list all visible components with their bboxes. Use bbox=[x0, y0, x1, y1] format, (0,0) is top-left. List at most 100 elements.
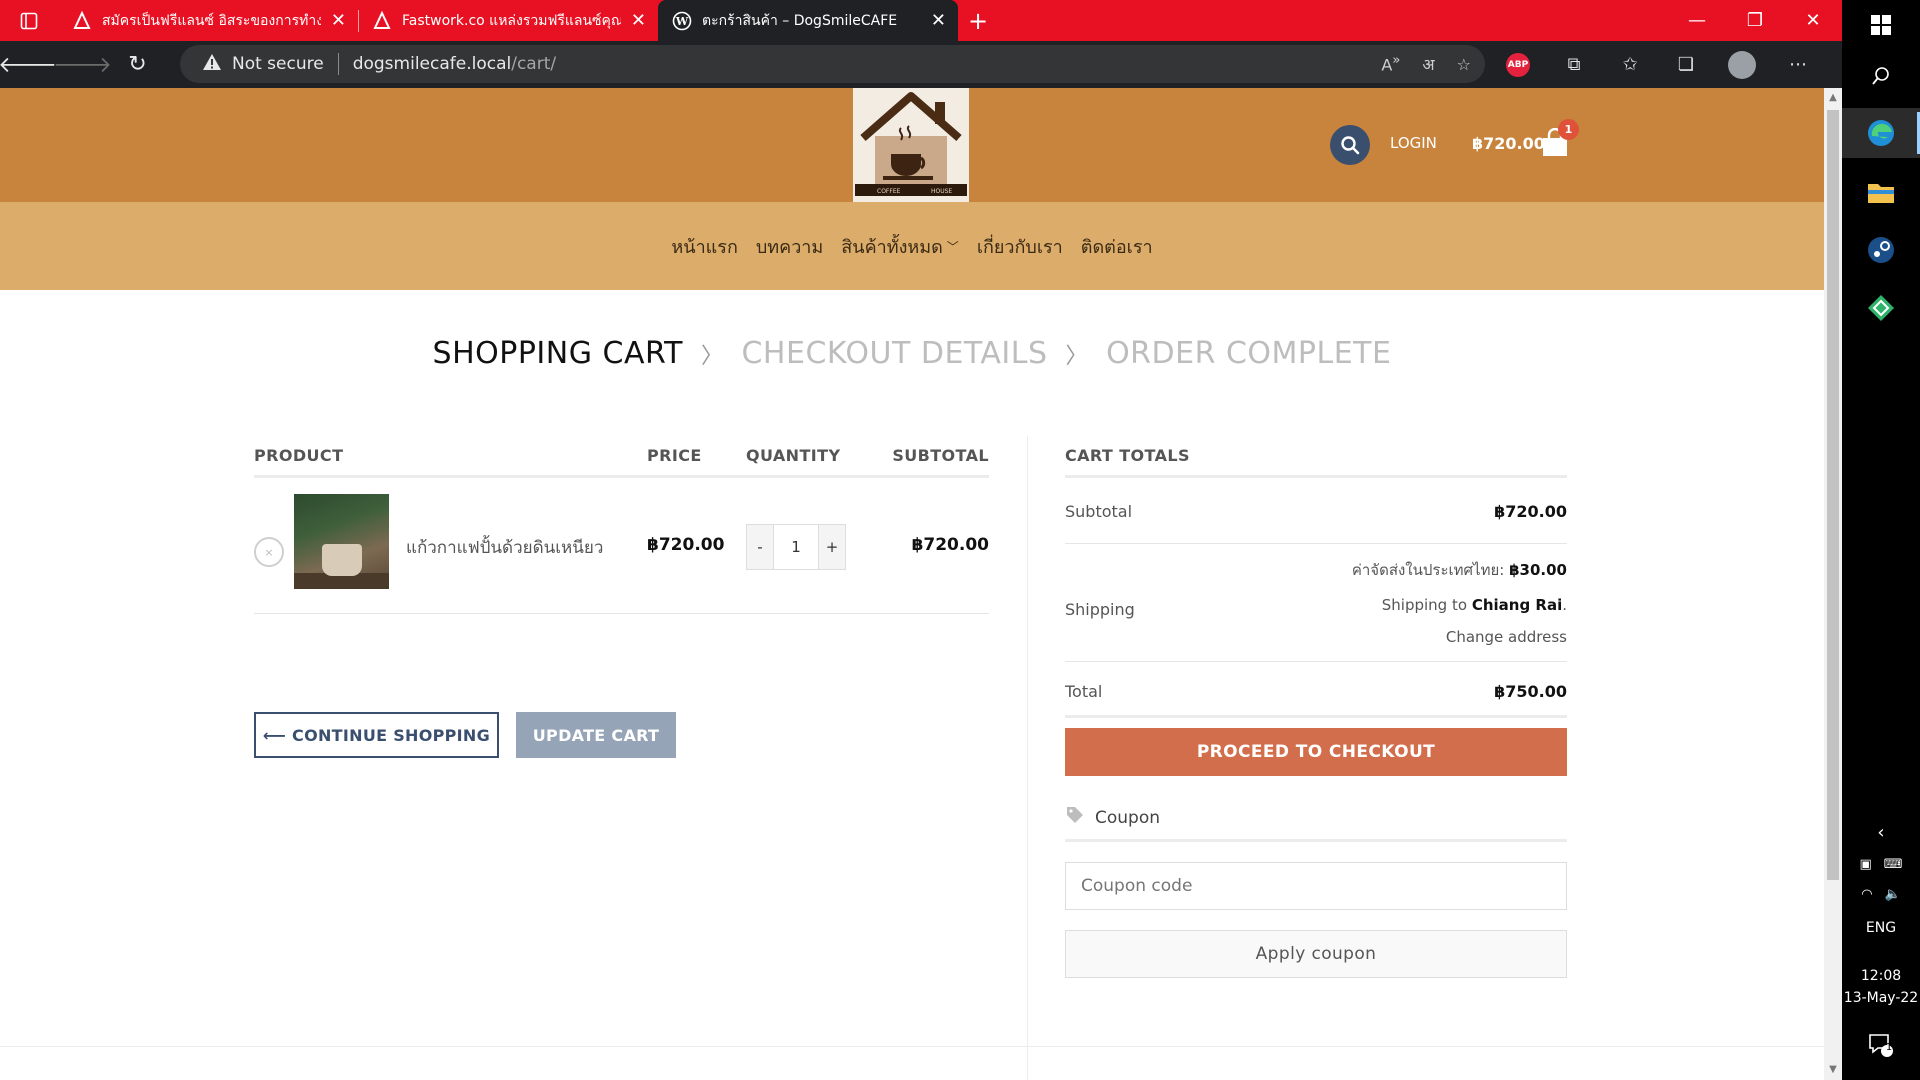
address-separator bbox=[337, 53, 339, 75]
tab-title: สมัครเป็นฟรีแลนซ์ อิสระของการทำงาน bbox=[102, 12, 321, 29]
coupon-heading-label: Coupon bbox=[1095, 807, 1161, 828]
steam-icon[interactable] bbox=[1842, 226, 1920, 274]
language-indicator[interactable]: ENG bbox=[1842, 920, 1920, 936]
shipping-cost: ฿30.00 bbox=[1509, 561, 1567, 579]
restore-icon[interactable]: ❐ bbox=[1726, 0, 1784, 41]
windows-start-icon[interactable] bbox=[1842, 0, 1920, 50]
address-bar[interactable]: Not secure dogsmilecafe.local/cart/ A» अ… bbox=[180, 45, 1485, 83]
shipping-method-name: ค่าจัดส่งในประเทศไทย: bbox=[1351, 561, 1505, 579]
change-address-link[interactable]: Change address bbox=[1446, 628, 1567, 646]
subtotal-label: Subtotal bbox=[1065, 502, 1133, 521]
logo-text-left: COFFEE bbox=[877, 188, 901, 195]
notification-count: 1 bbox=[1885, 1042, 1893, 1053]
file-explorer-icon[interactable] bbox=[1842, 168, 1920, 216]
browser-tab[interactable]: สมัครเป็นฟรีแลนซ์ อิสระของการทำงาน ✕ bbox=[58, 0, 358, 41]
read-aloud-icon[interactable]: A» bbox=[1381, 53, 1400, 74]
total-label: Total bbox=[1065, 682, 1103, 701]
profile-avatar[interactable] bbox=[1714, 41, 1770, 88]
tab-actions-icon[interactable] bbox=[0, 0, 58, 41]
scroll-down-icon[interactable]: ▼ bbox=[1824, 1062, 1842, 1078]
meet-now-icon[interactable]: ▣ bbox=[1859, 857, 1871, 872]
adblock-extension-icon[interactable]: ABP bbox=[1490, 41, 1546, 88]
new-tab-icon[interactable]: + bbox=[958, 0, 998, 41]
extensions-icon[interactable]: ⧉ bbox=[1546, 41, 1602, 88]
warning-icon[interactable] bbox=[202, 53, 222, 76]
product-thumbnail[interactable] bbox=[294, 494, 389, 589]
refresh-icon[interactable]: ↻ bbox=[110, 41, 165, 88]
windows-taskbar: ‹ ▣ ⌨ ◠ 🔈 ENG 12:08 13-May-22 1 bbox=[1842, 0, 1920, 1080]
translate-icon[interactable]: अ bbox=[1422, 53, 1434, 75]
close-window-icon[interactable]: ✕ bbox=[1784, 0, 1842, 41]
app-green-icon[interactable] bbox=[1842, 284, 1920, 332]
step-checkout-details[interactable]: CHECKOUT DETAILS bbox=[741, 336, 1047, 371]
nav-item-home[interactable]: หน้าแรก bbox=[671, 232, 737, 261]
shipping-to-prefix: Shipping to bbox=[1381, 596, 1468, 614]
nav-item-products[interactable]: สินค้าทั้งหมด ﹀ bbox=[841, 232, 959, 261]
nav-item-products-label: สินค้าทั้งหมด bbox=[841, 236, 943, 258]
nav-item-about[interactable]: เกี่ยวกับเรา bbox=[977, 232, 1063, 261]
edge-taskbar-icon[interactable] bbox=[1842, 108, 1920, 158]
add-favorite-icon[interactable]: ☆ bbox=[1457, 55, 1471, 74]
quantity-plus-button[interactable]: + bbox=[819, 525, 845, 569]
product-price: ฿720.00 bbox=[647, 535, 725, 555]
search-icon[interactable] bbox=[1330, 125, 1370, 165]
wifi-icon[interactable]: ◠ bbox=[1861, 887, 1872, 902]
chevron-right-icon: 〉 bbox=[1065, 343, 1089, 369]
coupon-code-input[interactable] bbox=[1065, 862, 1567, 910]
collections-icon[interactable]: ❏ bbox=[1658, 41, 1714, 88]
continue-shopping-button[interactable]: ⟵ CONTINUE SHOPPING bbox=[254, 712, 499, 758]
page-scrollbar[interactable]: ▲ ▼ bbox=[1824, 88, 1842, 1080]
login-link[interactable]: LOGIN bbox=[1390, 134, 1437, 152]
site-logo[interactable]: COFFEE HOUSE bbox=[853, 88, 969, 202]
column-price: PRICE bbox=[647, 446, 702, 465]
favorites-icon[interactable]: ✩ bbox=[1602, 41, 1658, 88]
clock-time[interactable]: 12:08 bbox=[1842, 968, 1920, 984]
step-shopping-cart[interactable]: SHOPPING CART bbox=[433, 336, 683, 371]
close-tab-icon[interactable]: ✕ bbox=[331, 10, 346, 31]
shipping-row: Shipping ค่าจัดส่งในประเทศไทย: ฿30.00 Sh… bbox=[1065, 544, 1567, 662]
back-icon[interactable]: 🡐 bbox=[0, 41, 57, 88]
scroll-up-icon[interactable]: ▲ bbox=[1824, 90, 1842, 106]
chevron-left-icon[interactable]: ‹ bbox=[1842, 820, 1920, 844]
remove-item-button[interactable]: × bbox=[254, 537, 284, 567]
cart-count-badge: 1 bbox=[1558, 119, 1579, 140]
product-name-link[interactable]: แก้วกาแฟปั้นด้วยดินเหนียว bbox=[406, 534, 603, 561]
header-cart-total[interactable]: ฿720.00 bbox=[1472, 134, 1545, 153]
column-divider bbox=[1027, 436, 1028, 1080]
tray-icons-row-1: ▣ ⌨ bbox=[1842, 852, 1920, 876]
scrollbar-thumb[interactable] bbox=[1827, 110, 1839, 880]
fastwork-favicon-icon bbox=[373, 10, 391, 29]
total-row: Total ฿750.00 bbox=[1065, 662, 1567, 718]
cart-table-header: PRODUCT PRICE QUANTITY SUBTOTAL bbox=[254, 438, 989, 478]
nav-item-blog[interactable]: บทความ bbox=[756, 232, 823, 261]
browser-toolbar: 🡐 🡒 ↻ Not secure dogsmilecafe.local/cart… bbox=[0, 41, 1842, 88]
browser-tab[interactable]: Fastwork.co แหล่งรวมฟรีแลนซ์คุณภาพ ✕ bbox=[358, 0, 658, 41]
page-viewport: COFFEE HOUSE LOGIN ฿720.00 1 หน้าแรก บทค… bbox=[0, 88, 1824, 1080]
minimize-icon[interactable]: — bbox=[1668, 0, 1726, 41]
product-subtotal: ฿720.00 bbox=[911, 535, 989, 555]
chevron-down-icon: ﹀ bbox=[946, 239, 959, 254]
quantity-input[interactable]: 1 bbox=[773, 525, 819, 569]
browser-tab-active[interactable]: W ตะกร้าสินค้า – DogSmileCAFE ✕ bbox=[658, 0, 958, 41]
close-tab-icon[interactable]: ✕ bbox=[931, 10, 946, 31]
subtotal-row: Subtotal ฿720.00 bbox=[1065, 478, 1567, 544]
shipping-label: Shipping bbox=[1065, 600, 1135, 619]
input-indicator-icon[interactable]: ⌨ bbox=[1884, 857, 1903, 872]
column-quantity: QUANTITY bbox=[746, 446, 841, 465]
shipping-destination: Shipping to Chiang Rai. bbox=[1381, 596, 1567, 614]
quantity-minus-button[interactable]: - bbox=[747, 525, 773, 569]
nav-item-contact[interactable]: ติดต่อเรา bbox=[1081, 232, 1153, 261]
cart-totals: CART TOTALS Subtotal ฿720.00 Shipping ค่… bbox=[1065, 438, 1567, 978]
clock-date[interactable]: 13-May-22 bbox=[1842, 990, 1920, 1006]
apply-coupon-button[interactable]: Apply coupon bbox=[1065, 930, 1567, 978]
more-options-icon[interactable]: ⋯ bbox=[1770, 41, 1826, 88]
security-label[interactable]: Not secure bbox=[232, 54, 324, 74]
search-icon[interactable] bbox=[1842, 52, 1920, 100]
proceed-to-checkout-button[interactable]: PROCEED TO CHECKOUT bbox=[1065, 728, 1567, 776]
footer-divider bbox=[0, 1046, 1824, 1047]
forward-icon[interactable]: 🡒 bbox=[53, 41, 112, 88]
volume-icon[interactable]: 🔈 bbox=[1885, 887, 1901, 902]
close-tab-icon[interactable]: ✕ bbox=[631, 10, 646, 31]
update-cart-button[interactable]: UPDATE CART bbox=[516, 712, 676, 758]
coupon-heading: Coupon bbox=[1065, 796, 1567, 842]
